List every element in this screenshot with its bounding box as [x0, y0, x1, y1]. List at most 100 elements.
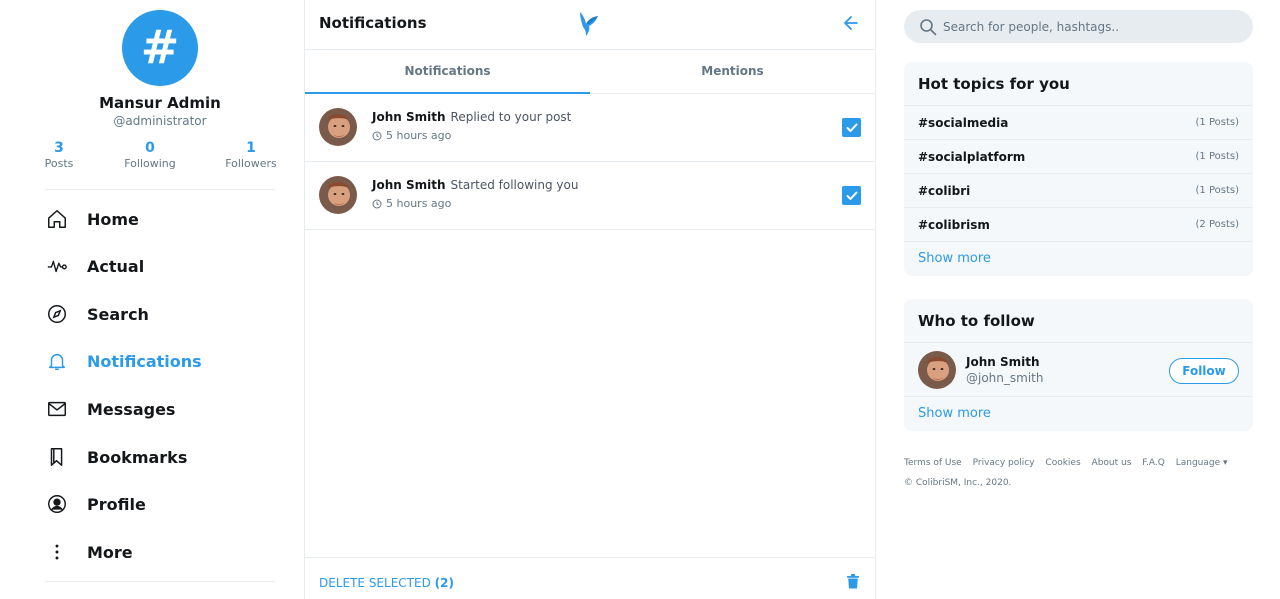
hot-topics-title: Hot topics for you — [904, 62, 1253, 106]
who-to-follow-card: Who to follow John Smith @john_smith Fol… — [904, 299, 1253, 431]
nav-label: Bookmarks — [87, 447, 188, 467]
footer-links: Terms of Use Privacy policy Cookies Abou… — [904, 458, 1253, 468]
suggested-user-name[interactable]: John Smith — [966, 355, 1040, 369]
tab-mentions[interactable]: Mentions — [590, 50, 875, 94]
copyright-text: © ColibriSM, Inc., 2020. — [904, 478, 1012, 488]
topic-count: (2 Posts) — [1195, 219, 1239, 230]
avatar[interactable] — [918, 351, 956, 389]
notification-item[interactable]: John Smith Started following you 5 hours … — [305, 162, 875, 230]
clock-icon — [372, 199, 382, 208]
page-title: Notifications — [319, 14, 427, 32]
search-input[interactable] — [943, 19, 1243, 34]
avatar[interactable] — [319, 108, 357, 146]
nav-item-notifications[interactable]: Notifications — [44, 341, 284, 381]
nav-label: Profile — [87, 494, 146, 514]
show-more-topics-link[interactable]: Show more — [904, 242, 1253, 276]
footer-link-privacy[interactable]: Privacy policy — [973, 458, 1035, 468]
notification-item[interactable]: John Smith Replied to your post 5 hours a… — [305, 94, 875, 162]
notification-time: 5 hours ago — [372, 197, 451, 210]
stat-posts[interactable]: 3 Posts — [19, 140, 99, 171]
hot-topics-card: Hot topics for you #socialmedia (1 Posts… — [904, 62, 1253, 276]
delete-selected-button[interactable]: DELETE SELECTED (2) — [319, 576, 454, 590]
notifications-panel: Notifications Notifications Mentions Joh… — [304, 0, 876, 599]
check-icon — [846, 191, 857, 200]
topic-item[interactable]: #colibrism (2 Posts) — [904, 208, 1253, 242]
clock-icon — [372, 131, 382, 140]
panel-footer: DELETE SELECTED (2) — [305, 557, 875, 599]
select-checkbox[interactable] — [842, 118, 861, 137]
footer-link-terms[interactable]: Terms of Use — [904, 458, 962, 468]
language-dropdown[interactable]: Language ▾ — [1176, 458, 1228, 468]
back-arrow-icon[interactable] — [843, 14, 859, 36]
avatar[interactable] — [319, 176, 357, 214]
notification-author[interactable]: John Smith — [372, 110, 446, 124]
envelope-icon — [44, 396, 70, 422]
search-bar[interactable] — [904, 10, 1253, 43]
bird-logo-icon[interactable] — [577, 10, 601, 42]
notification-tabs: Notifications Mentions — [305, 50, 875, 94]
tab-notifications[interactable]: Notifications — [305, 50, 590, 94]
notification-action: Replied to your post — [450, 110, 572, 124]
follow-suggestion: John Smith @john_smith Follow — [904, 343, 1253, 397]
selected-count: (2) — [434, 576, 454, 590]
divider — [45, 581, 275, 582]
stat-followers[interactable]: 1 Followers — [211, 140, 291, 171]
select-checkbox[interactable] — [842, 186, 861, 205]
topic-tag: #socialmedia — [918, 115, 1009, 130]
stat-value: 0 — [145, 140, 155, 156]
panel-header: Notifications — [305, 0, 875, 50]
topic-item[interactable]: #colibri (1 Posts) — [904, 174, 1253, 208]
notification-text: John Smith Started following you — [372, 178, 578, 192]
notification-time: 5 hours ago — [372, 129, 451, 142]
nav-item-search[interactable]: Search — [44, 294, 284, 334]
profile-handle: @administrator — [113, 114, 207, 128]
stat-value: 1 — [246, 140, 256, 156]
left-sidebar: # Mansur Admin @administrator 3 Posts 0 … — [0, 0, 304, 599]
nav-item-profile[interactable]: Profile — [44, 484, 284, 524]
stat-label: Posts — [44, 157, 74, 170]
nav-label: Actual — [87, 256, 145, 276]
stat-following[interactable]: 0 Following — [110, 140, 190, 171]
topic-item[interactable]: #socialmedia (1 Posts) — [904, 106, 1253, 140]
notification-action: Started following you — [450, 178, 579, 192]
topic-tag: #socialplatform — [918, 149, 1026, 164]
profile-name[interactable]: Mansur Admin — [0, 94, 320, 112]
topic-item[interactable]: #socialplatform (1 Posts) — [904, 140, 1253, 174]
show-more-users-link[interactable]: Show more — [904, 397, 1253, 431]
activity-icon — [44, 253, 70, 279]
notification-author[interactable]: John Smith — [372, 178, 446, 192]
footer-link-cookies[interactable]: Cookies — [1045, 458, 1080, 468]
trash-icon[interactable] — [847, 574, 859, 593]
nav-item-more[interactable]: More — [44, 532, 284, 572]
footer-link-about[interactable]: About us — [1092, 458, 1132, 468]
nav-item-actual[interactable]: Actual — [44, 246, 284, 286]
time-label: 5 hours ago — [386, 197, 452, 210]
stat-label: Following — [124, 157, 176, 170]
nav-item-messages[interactable]: Messages — [44, 389, 284, 429]
nav-label: More — [87, 542, 133, 562]
who-to-follow-title: Who to follow — [904, 299, 1253, 343]
footer-link-faq[interactable]: F.A.Q — [1142, 458, 1165, 468]
topic-tag: #colibrism — [918, 217, 990, 232]
suggested-user-handle: @john_smith — [966, 371, 1044, 385]
nav-item-bookmarks[interactable]: Bookmarks — [44, 437, 284, 477]
divider — [45, 189, 275, 190]
home-icon — [44, 206, 70, 232]
nav-label: Messages — [87, 399, 176, 419]
nav-label: Notifications — [87, 351, 202, 371]
search-icon — [920, 18, 937, 35]
topic-count: (1 Posts) — [1195, 117, 1239, 128]
nav-label: Search — [87, 304, 149, 324]
profile-avatar[interactable]: # — [122, 10, 198, 86]
more-vertical-icon — [44, 539, 70, 565]
bookmark-icon — [44, 444, 70, 470]
stat-label: Followers — [225, 157, 277, 170]
nav-item-home[interactable]: Home — [44, 199, 284, 239]
topic-count: (1 Posts) — [1195, 185, 1239, 196]
topic-tag: #colibri — [918, 183, 971, 198]
delete-selected-label: DELETE SELECTED — [319, 576, 431, 590]
time-label: 5 hours ago — [386, 129, 452, 142]
compass-icon — [44, 301, 70, 327]
nav-label: Home — [87, 209, 139, 229]
follow-button[interactable]: Follow — [1169, 358, 1239, 384]
